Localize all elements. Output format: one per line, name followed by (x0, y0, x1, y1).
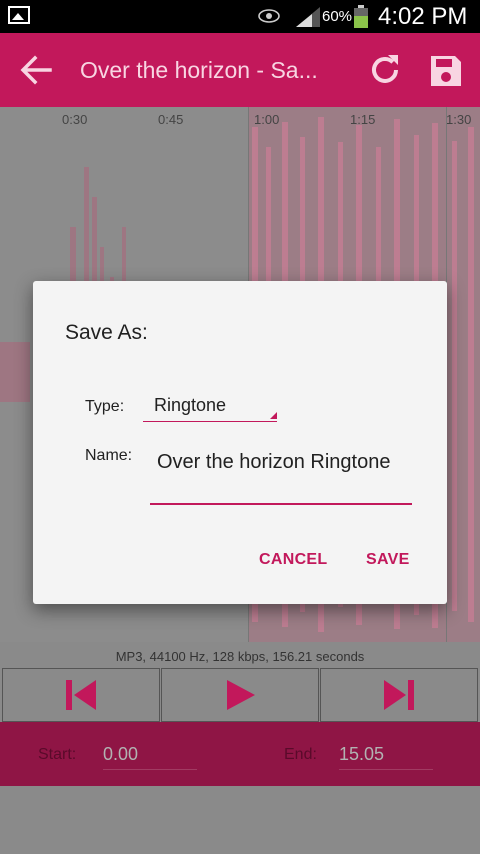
type-dropdown[interactable]: Ringtone (143, 387, 277, 422)
timeline-tick: 0:30 (62, 112, 88, 127)
save-disk-icon[interactable] (428, 53, 464, 89)
skip-back-button[interactable] (2, 668, 160, 722)
status-bar: 60% 4:02 PM (0, 0, 480, 33)
skip-forward-button[interactable] (320, 668, 478, 722)
reload-icon[interactable] (368, 53, 402, 87)
toolbar-title: Over the horizon - Sa... (80, 57, 318, 83)
timeline-tick: 0:45 (158, 112, 184, 127)
play-icon (227, 680, 255, 710)
play-button[interactable] (161, 668, 319, 722)
battery-percent: 60% (322, 8, 353, 25)
battery-icon (354, 5, 368, 28)
start-input[interactable]: 0.00 (103, 744, 197, 770)
skip-forward-icon (384, 680, 414, 710)
skip-back-icon (66, 680, 96, 710)
name-input[interactable]: Over the horizon Ringtone (150, 449, 412, 505)
back-arrow-icon[interactable] (20, 55, 52, 85)
save-button[interactable]: SAVE (366, 551, 410, 569)
timeline-tick: 1:30 (446, 112, 472, 127)
timeline-tick: 1:00 (254, 112, 280, 127)
type-label: Type: (85, 398, 125, 415)
gallery-icon (8, 6, 30, 24)
range-bar: Start: 0.00 End: 15.05 (0, 722, 480, 786)
cancel-button[interactable]: CANCEL (259, 551, 327, 569)
clock: 4:02 PM (378, 3, 468, 30)
type-value: Ringtone (154, 395, 227, 415)
file-info: MP3, 44100 Hz, 128 kbps, 156.21 seconds (0, 642, 480, 668)
eye-icon (258, 9, 280, 23)
dialog-title: Save As: (65, 321, 148, 344)
save-as-dialog: Save As: Type: Ringtone Name: Over the h… (33, 281, 447, 604)
start-label: Start: (38, 746, 77, 763)
end-label: End: (284, 746, 317, 763)
name-label: Name: (85, 447, 133, 464)
transport-controls (0, 668, 480, 722)
end-input[interactable]: 15.05 (339, 744, 433, 770)
app-toolbar: Over the horizon - Sa... (0, 33, 480, 107)
timeline-tick: 1:15 (350, 112, 376, 127)
background-fill (0, 786, 480, 854)
dropdown-arrow-icon (270, 412, 277, 419)
signal-icon (296, 7, 320, 27)
